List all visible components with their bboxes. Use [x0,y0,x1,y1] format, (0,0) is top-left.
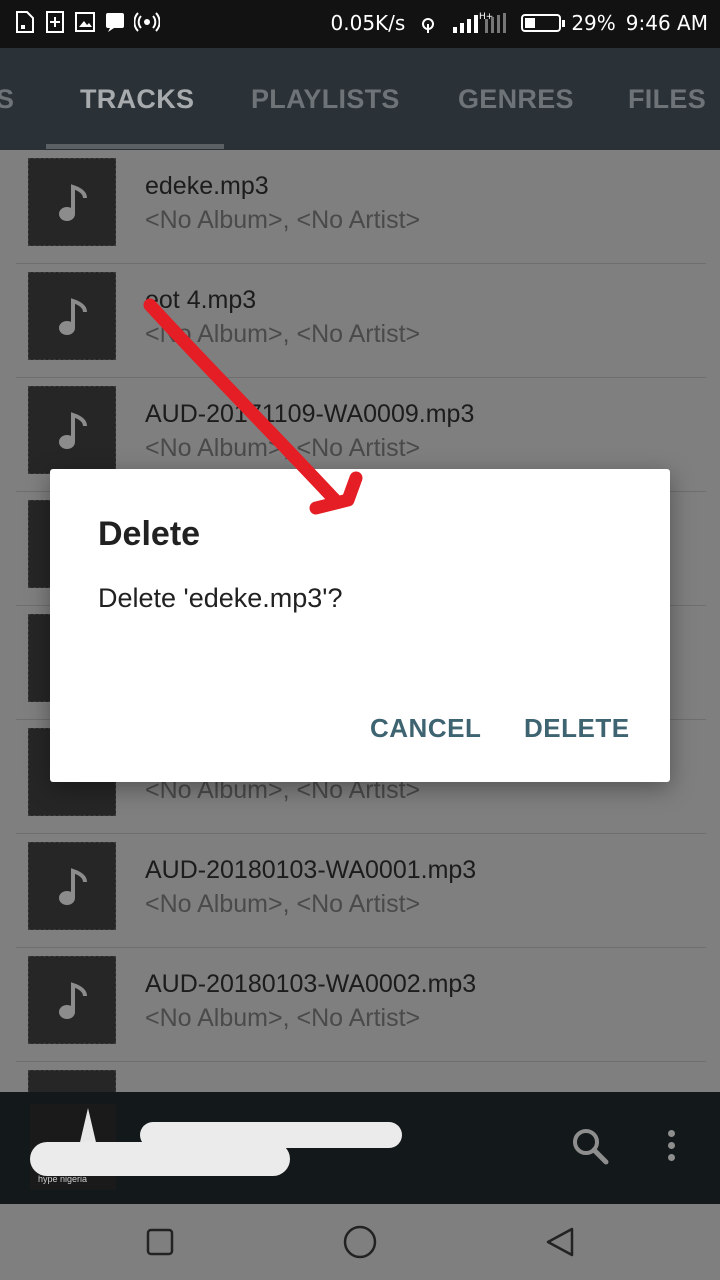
tab-songs[interactable]: S [0,84,14,115]
svg-text:H+: H+ [479,12,493,22]
track-thumbnail [28,158,116,246]
tab-bar: S TRACKS PLAYLISTS GENRES FILES [0,48,720,150]
signal-icon: H+ [453,12,507,33]
track-row[interactable]: AUD-20180103-WA0001.mp3 <No Album>, <No … [0,834,720,948]
clock: 9:46 AM [625,11,708,35]
dialog-message: Delete 'edeke.mp3'? [98,583,343,613]
music-note-icon [59,982,87,1019]
music-note-icon [59,412,87,449]
now-playing-bar[interactable]: hype nigeria [0,1092,720,1204]
bbm-icon [106,13,124,32]
battery-icon [521,14,566,32]
notification-icons [14,10,160,34]
music-note-icon [59,184,87,221]
status-bar: 0.05K/s H+ 29% 9:46 AM [0,0,720,48]
tab-tracks[interactable]: TRACKS [80,84,194,115]
system-navigation-bar [0,1204,720,1280]
track-subtitle: <No Album>, <No Artist> [145,1004,421,1032]
tab-genres[interactable]: GENRES [458,84,574,115]
network-speed: 0.05K/s [330,11,406,35]
file-icon [16,11,34,33]
home-circle-icon[interactable] [342,1224,378,1260]
track-title: edeke.mp3 [145,172,269,200]
track-subtitle: <No Album>, <No Artist> [145,320,421,348]
back-triangle-icon[interactable] [544,1226,576,1258]
track-title: eot 4.mp3 [145,286,257,314]
track-row[interactable]: eot 4.mp3 <No Album>, <No Artist> [0,264,720,378]
track-thumbnail [28,956,116,1044]
hotspot-icon [134,12,160,32]
system-status: 0.05K/s H+ 29% 9:46 AM [331,11,708,35]
track-thumbnail [28,386,116,474]
track-subtitle: <No Album>, <No Artist> [145,890,421,918]
track-thumbnail [28,1070,116,1092]
sim-plus-icon [46,11,64,33]
battery-percent: 29% [571,11,616,35]
track-row[interactable]: edeke.mp3 <No Album>, <No Artist> [0,150,720,264]
wifi-icon [422,18,435,33]
cancel-button[interactable]: CANCEL [370,713,481,744]
track-row[interactable] [0,1062,720,1092]
track-subtitle: <No Album>, <No Artist> [145,206,421,234]
track-thumbnail [28,842,116,930]
search-icon[interactable] [570,1126,610,1166]
more-vert-icon[interactable] [668,1130,675,1166]
tab-indicator [46,144,224,149]
track-title: AUD-20171109-WA0009.mp3 [145,400,475,428]
track-title: AUD-20180103-WA0001.mp3 [145,856,477,884]
music-note-icon [59,298,87,335]
track-title: AUD-20180103-WA0002.mp3 [145,970,477,998]
tab-files[interactable]: FILES [628,84,706,115]
dialog-title: Delete [98,515,201,553]
delete-dialog: Delete Delete 'edeke.mp3'? CANCEL DELETE [50,469,670,782]
recents-square-icon[interactable] [146,1228,174,1256]
music-note-icon [59,868,87,905]
redacted-scribble [30,1142,290,1176]
track-row[interactable]: AUD-20180103-WA0002.mp3 <No Album>, <No … [0,948,720,1062]
track-subtitle: <No Album>, <No Artist> [145,434,421,462]
track-thumbnail [28,272,116,360]
image-icon [75,12,95,32]
tab-playlists[interactable]: PLAYLISTS [251,84,400,115]
delete-button[interactable]: DELETE [524,713,630,744]
